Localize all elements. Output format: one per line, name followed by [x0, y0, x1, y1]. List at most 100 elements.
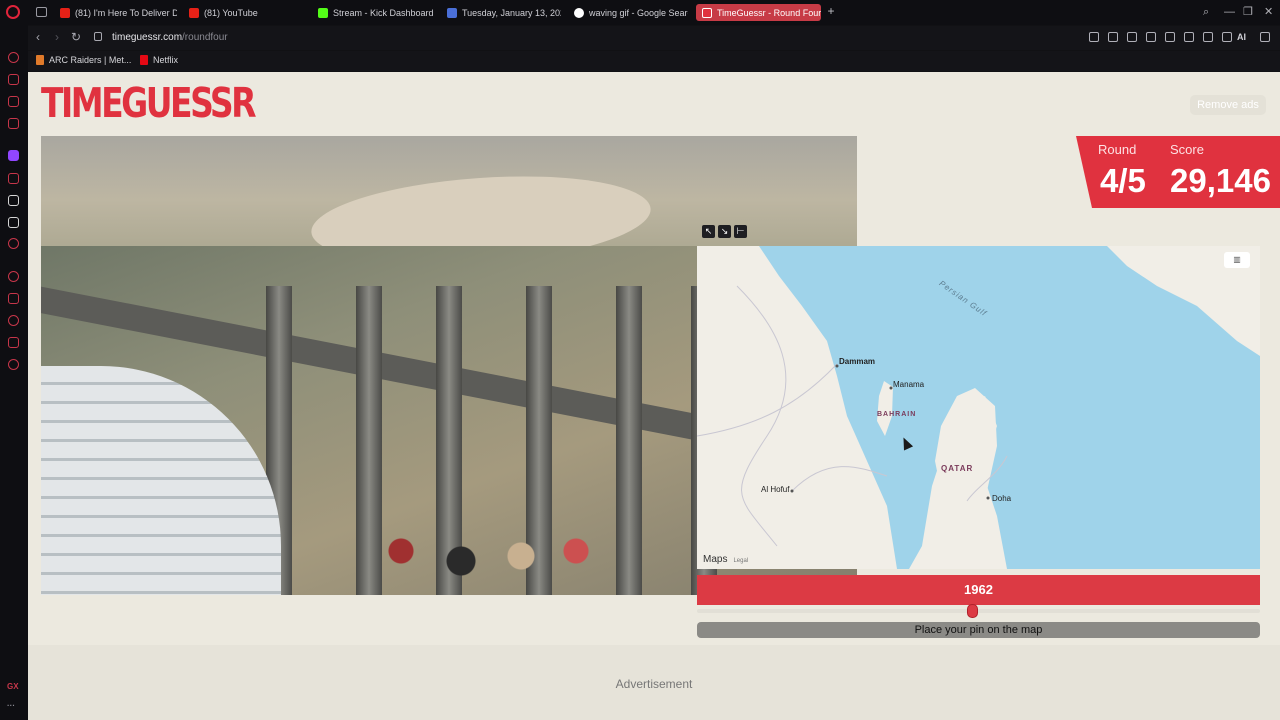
expand-map-icon[interactable]: ↖ [702, 225, 715, 238]
round-value: 4/5 [1100, 162, 1146, 199]
minimize-button[interactable]: — [1224, 6, 1235, 18]
heart-icon[interactable] [1165, 32, 1175, 42]
forward-icon[interactable]: › [55, 31, 59, 44]
bookmark-label: Netflix [153, 55, 179, 65]
refresh-sidebar-icon[interactable] [8, 52, 19, 63]
vpn-icon[interactable] [1127, 32, 1137, 42]
year-slider-thumb[interactable] [967, 604, 979, 618]
place-pin-button[interactable]: Place your pin on the map [697, 622, 1260, 638]
close-button[interactable]: ✕ [1264, 6, 1273, 18]
extensions-icon[interactable] [8, 337, 19, 348]
upload-icon[interactable] [1203, 32, 1213, 42]
history-icon[interactable] [8, 315, 19, 326]
gx-label[interactable]: GX [7, 682, 19, 691]
map-label-al-hofuf: Al Hofuf [761, 485, 790, 494]
remove-ads-button[interactable]: Remove ads [1190, 95, 1266, 115]
tab-label: Stream - Kick Dashboard [333, 7, 434, 18]
sidebar: GX ··· [0, 25, 28, 720]
settings-icon[interactable] [8, 359, 19, 370]
address-toolbar [1089, 32, 1270, 42]
tab-youtube-video[interactable]: (81) I'm Here To Deliver Da [54, 4, 177, 21]
reload-icon[interactable]: ↻ [71, 31, 81, 44]
more-icon[interactable]: ··· [7, 701, 15, 710]
player-icon[interactable] [8, 271, 19, 282]
menu-icon[interactable] [1260, 32, 1270, 42]
map-canvas [697, 246, 1260, 569]
mail-icon[interactable] [8, 118, 19, 129]
bookmark-label: ARC Raiders | Met... [49, 55, 132, 65]
timeguessr-logo[interactable]: TIMEGUESSR [41, 81, 257, 135]
tab-google-search[interactable]: waving gif - Google Search [568, 4, 688, 21]
arc-raiders-icon [36, 55, 44, 65]
tab-overview-icon[interactable] [36, 7, 47, 17]
opera-logo-icon[interactable] [6, 5, 20, 19]
bookmark-netflix[interactable]: Netflix [140, 55, 178, 65]
lock-icon [94, 32, 102, 41]
map-type-button[interactable]: ▥ [1224, 252, 1250, 268]
maps-brand: Maps [703, 554, 728, 565]
youtube-icon [189, 7, 199, 18]
year-slider-track[interactable] [697, 609, 1260, 613]
advertisement-label: Advertisement [615, 677, 693, 691]
photo-post [616, 286, 642, 595]
tab-youtube[interactable]: (81) YouTube [183, 4, 303, 21]
pin-icon[interactable] [8, 293, 19, 304]
tab-label: (81) YouTube [204, 7, 258, 18]
new-tab-button[interactable]: + [825, 5, 837, 18]
map-resize-controls: ↖ ↘ ⊢ [702, 225, 747, 238]
photo-people [371, 531, 611, 595]
extension-icon[interactable] [1184, 32, 1194, 42]
download-icon[interactable] [1222, 32, 1232, 42]
youtube-music-icon[interactable] [8, 238, 19, 249]
youtube-icon [60, 7, 70, 18]
back-icon[interactable]: ‹ [36, 31, 40, 44]
score-label: Score [1170, 142, 1204, 157]
snapshot-icon[interactable] [1108, 32, 1118, 42]
kick-icon [318, 7, 328, 18]
shrink-map-icon[interactable]: ↘ [718, 225, 731, 238]
netflix-icon [140, 55, 148, 65]
pin-page-icon[interactable] [1089, 32, 1099, 42]
score-value: 29,146 [1170, 162, 1271, 199]
pin-map-icon[interactable]: ⊢ [734, 225, 747, 238]
map-label-bahrain: BAHRAIN [877, 411, 917, 418]
map-label-dammam: Dammam [839, 357, 876, 366]
url-path: /roundfour [182, 32, 228, 43]
tab-label: TimeGuessr - Round Four [717, 7, 821, 18]
guess-map[interactable]: Dammam Manama BAHRAIN QATAR Doha Al Hofu… [697, 246, 1260, 569]
tab-calendar[interactable]: Tuesday, January 13, 2026 [441, 4, 561, 21]
play-icon[interactable] [1146, 32, 1156, 42]
timeguessr-icon [702, 7, 712, 18]
url-field[interactable]: timeguessr.com/roundfour [112, 32, 228, 43]
map-attribution: Maps Legal [703, 554, 748, 565]
map-legal-link[interactable]: Legal [733, 558, 748, 564]
tiktok-icon[interactable] [8, 195, 19, 206]
instagram-icon[interactable] [8, 173, 19, 184]
calendar-icon [447, 7, 457, 18]
bookmarks-bar: ARC Raiders | Met... Netflix [28, 51, 1280, 71]
doha-dot [986, 496, 990, 500]
google-icon [574, 7, 584, 18]
round-label: Round [1098, 142, 1137, 157]
address-bar: ‹ › ↻ timeguessr.com/roundfour AI [28, 26, 1280, 50]
tab-timeguessr[interactable]: TimeGuessr - Round Four [696, 4, 821, 21]
advertisement-area: Advertisement [28, 645, 1280, 720]
al-hofuf-dot [790, 489, 794, 493]
news-icon[interactable] [8, 96, 19, 107]
bookmark-arc-raiders[interactable]: ARC Raiders | Met... [36, 55, 131, 65]
shop-icon[interactable] [8, 74, 19, 85]
map-label-manama: Manama [893, 380, 925, 389]
tab-label: waving gif - Google Search [589, 7, 688, 18]
map-label-qatar: QATAR [941, 464, 974, 473]
search-icon[interactable]: ⌕ [1203, 6, 1209, 18]
restore-button[interactable]: ❐ [1243, 6, 1253, 18]
year-display: 1962 [697, 575, 1260, 605]
apple-maps-logo: Maps [703, 554, 727, 565]
tab-strip: (81) I'm Here To Deliver Da (81) YouTube… [0, 0, 1280, 25]
twitch-icon[interactable] [8, 150, 19, 161]
tab-label: Tuesday, January 13, 2026 [462, 7, 561, 18]
x-icon[interactable] [8, 217, 19, 228]
tab-label: (81) I'm Here To Deliver Da [75, 7, 177, 18]
map-label-doha: Doha [992, 494, 1012, 503]
tab-kick-dashboard[interactable]: Stream - Kick Dashboard [312, 4, 435, 21]
